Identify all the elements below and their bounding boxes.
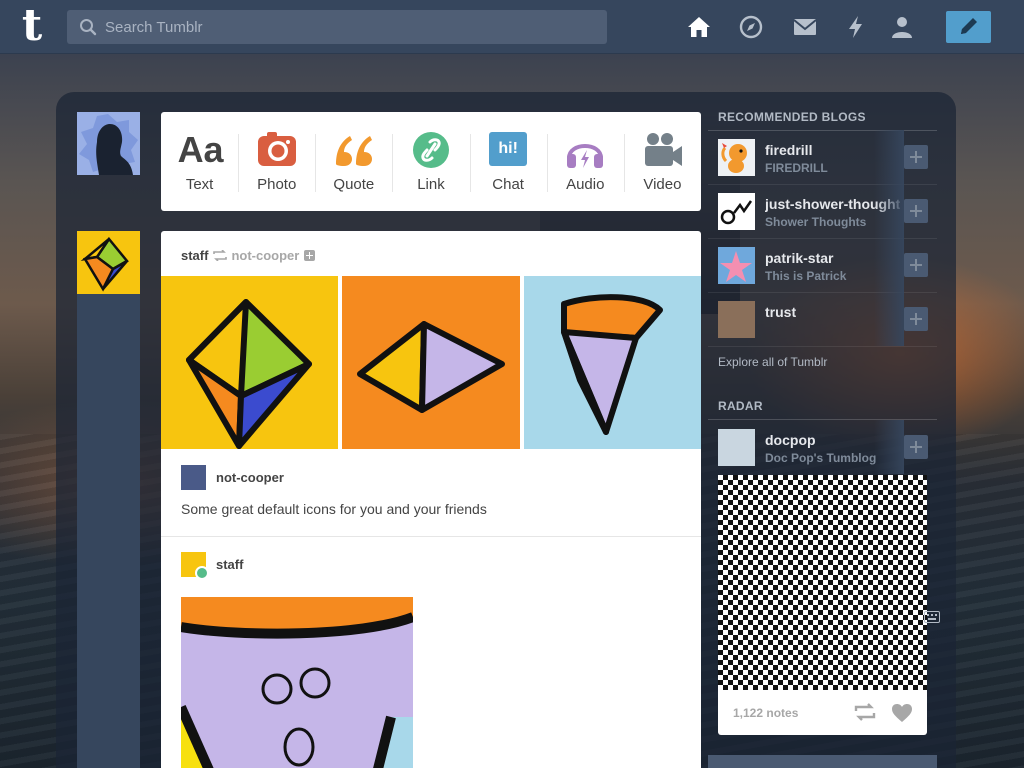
- orange-diamond-icon: [342, 276, 520, 449]
- keyboard-shortcuts-icon[interactable]: [924, 611, 940, 623]
- reblog-badge-icon: [195, 566, 209, 580]
- recommended-blogs-title: Recommended Blogs: [718, 110, 866, 124]
- post-type-photo[interactable]: Photo: [238, 112, 315, 211]
- post-type-video[interactable]: Video: [623, 112, 701, 211]
- name-fade: [874, 184, 904, 238]
- post-type-label: Text: [185, 176, 214, 193]
- blog-avatar: [718, 139, 755, 176]
- name-fade: [874, 292, 904, 346]
- sidebar-bottom-edge: [708, 755, 937, 768]
- activity-icon[interactable]: [843, 14, 869, 40]
- compose-icon: [961, 18, 977, 34]
- shower-thoughts-icon: [720, 200, 753, 225]
- radar-post[interactable]: 1,122 notes: [718, 475, 927, 735]
- divider: [708, 346, 937, 347]
- post-type-link[interactable]: Link: [392, 112, 469, 211]
- follow-button[interactable]: [904, 145, 928, 169]
- chat-icon: hi!: [489, 132, 528, 166]
- account-icon[interactable]: [889, 14, 915, 40]
- blog-avatar: [718, 193, 755, 230]
- post-header: staff not-cooper: [181, 247, 316, 263]
- blue-cone-icon: [524, 276, 701, 449]
- top-navigation-bar: t: [0, 0, 1024, 54]
- recommended-blog-item[interactable]: trust: [708, 292, 937, 346]
- follow-button[interactable]: [904, 253, 928, 277]
- post-type-bar: Aa Text Photo Quote Link hi! Chat Audio …: [161, 112, 701, 211]
- kite-avatar-icon: [80, 236, 129, 292]
- post-type-label: Audio: [566, 176, 605, 193]
- follow-button[interactable]: [904, 307, 928, 331]
- photoset[interactable]: [161, 276, 701, 449]
- houndstooth-image[interactable]: [718, 475, 927, 690]
- reblogged-from-name[interactable]: not-cooper: [231, 248, 299, 263]
- radar-post-footer: 1,122 notes: [718, 690, 927, 735]
- trail-caption: Some great default icons for you and you…: [181, 501, 487, 517]
- home-icon[interactable]: [686, 14, 712, 40]
- blog-avatar: [718, 301, 755, 338]
- reblog-icon: [213, 249, 228, 261]
- staff-avatar[interactable]: [77, 231, 140, 294]
- post-type-label: Link: [417, 176, 445, 193]
- follow-button[interactable]: [904, 199, 928, 223]
- trail-user[interactable]: not-cooper: [181, 465, 284, 490]
- blog-avatar: [718, 247, 755, 284]
- recommended-blog-item[interactable]: just-shower-thoughts Shower Thoughts: [708, 184, 937, 238]
- post-type-label: Photo: [257, 176, 297, 193]
- explore-icon[interactable]: [738, 14, 764, 40]
- post-type-audio[interactable]: Audio: [546, 112, 624, 211]
- dashboard-post: staff not-cooper not-cooper Some great d: [161, 231, 701, 768]
- post-blog-name[interactable]: staff: [181, 248, 208, 263]
- tumblr-logo[interactable]: t: [14, 4, 50, 48]
- post-type-quote[interactable]: Quote: [315, 112, 392, 211]
- video-camera-icon: [645, 133, 683, 166]
- explore-link[interactable]: Explore all of Tumblr: [718, 355, 827, 369]
- trail-avatar: [181, 465, 206, 490]
- recommended-blog-item[interactable]: patrik-star This is Patrick: [708, 238, 937, 292]
- search-input[interactable]: [105, 10, 595, 44]
- yellow-kite-icon: [161, 276, 338, 449]
- inbox-icon[interactable]: [792, 14, 818, 40]
- charmander-icon: [721, 143, 747, 173]
- post-photo[interactable]: [181, 597, 413, 768]
- radar-blog-item[interactable]: docpop Doc Pop's Tumblog: [708, 420, 937, 474]
- reblog-trail-item: not-cooper Some great default icons for …: [161, 449, 701, 537]
- search-icon: [80, 19, 97, 36]
- blog-avatar: [718, 429, 755, 466]
- name-fade: [874, 238, 904, 292]
- post-type-chat[interactable]: hi! Chat: [469, 112, 547, 211]
- trail-username[interactable]: not-cooper: [216, 470, 284, 485]
- name-fade: [874, 420, 904, 474]
- trail-user[interactable]: staff: [181, 552, 243, 580]
- text-icon: Aa: [177, 129, 224, 170]
- search-box[interactable]: [67, 10, 607, 44]
- trail-username[interactable]: staff: [216, 557, 243, 572]
- compose-button[interactable]: [946, 11, 991, 43]
- headphones-icon: [567, 144, 604, 168]
- heart-icon[interactable]: [891, 703, 913, 723]
- follow-plus-icon[interactable]: [304, 249, 316, 261]
- patrick-star-icon: [720, 251, 752, 282]
- post-type-text[interactable]: Aa Text: [161, 112, 238, 211]
- name-fade: [874, 130, 904, 184]
- notes-count[interactable]: 1,122 notes: [733, 706, 798, 720]
- post-avatar-rail: [77, 231, 140, 768]
- reblog-icon[interactable]: [854, 703, 876, 721]
- recommended-blog-item[interactable]: firedrill FIREDRILL: [708, 130, 937, 184]
- post-type-label: Chat: [492, 176, 524, 193]
- default-avatar-icon: [79, 114, 138, 175]
- trail-avatar: [181, 552, 209, 580]
- user-avatar[interactable]: [77, 112, 140, 175]
- quote-icon: [335, 136, 372, 166]
- follow-button[interactable]: [904, 435, 928, 459]
- sidebar: Recommended Blogs firedrill FIREDRILL ju…: [708, 92, 938, 768]
- radar-title: Radar: [718, 399, 763, 413]
- post-type-label: Quote: [333, 176, 375, 193]
- link-icon: [412, 132, 449, 168]
- camera-icon: [257, 132, 296, 166]
- post-type-label: Video: [643, 176, 682, 193]
